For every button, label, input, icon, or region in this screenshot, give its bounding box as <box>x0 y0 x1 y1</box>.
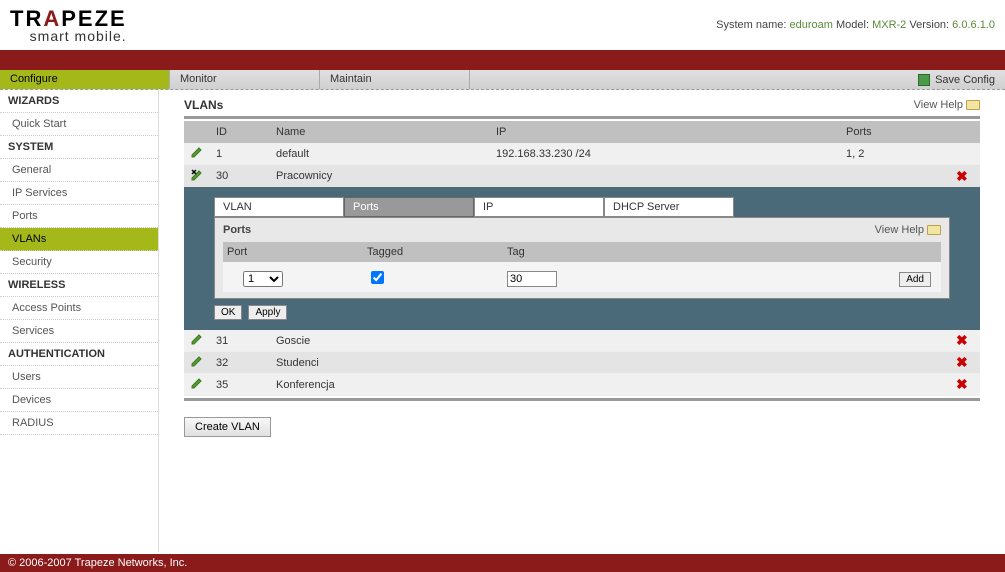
tag-input[interactable] <box>507 271 557 287</box>
sidebar-group-auth: AUTHENTICATION <box>0 343 158 366</box>
add-button[interactable]: Add <box>899 272 931 287</box>
table-row[interactable]: 32 Studenci ✖ <box>184 352 980 374</box>
sidebar-group-wizards: WIZARDS <box>0 90 158 113</box>
sidebar-item-ipservices[interactable]: IP Services <box>0 182 158 205</box>
sidebar: WIZARDS Quick Start SYSTEM General IP Se… <box>0 90 159 552</box>
delete-icon[interactable]: ✖ <box>956 354 968 370</box>
subtab-ip[interactable]: IP <box>474 197 604 217</box>
expand-panel: VLAN Ports IP DHCP Server Ports View Hel… <box>184 187 980 330</box>
header-info: System name: eduroam Model: MXR-2 Versio… <box>716 19 995 31</box>
delete-icon[interactable]: ✖ <box>956 332 968 348</box>
ok-button[interactable]: OK <box>214 305 242 320</box>
tab-maintain[interactable]: Maintain <box>320 70 470 89</box>
sidebar-item-general[interactable]: General <box>0 159 158 182</box>
apply-button[interactable]: Apply <box>248 305 287 320</box>
subtab-vlan[interactable]: VLAN <box>214 197 344 217</box>
subpanel-help-link[interactable]: View Help <box>875 224 941 236</box>
subtab-ports[interactable]: Ports <box>344 197 474 217</box>
vlan-table-header: ID Name IP Ports <box>184 121 980 143</box>
sidebar-item-devices[interactable]: Devices <box>0 389 158 412</box>
port-select[interactable]: 1 <box>243 271 283 287</box>
edit-icon[interactable] <box>190 376 204 390</box>
edit-icon[interactable] <box>190 332 204 346</box>
sidebar-group-wireless: WIRELESS <box>0 274 158 297</box>
sidebar-item-quickstart[interactable]: Quick Start <box>0 113 158 136</box>
disk-icon <box>918 74 930 86</box>
tagged-checkbox[interactable] <box>371 271 384 284</box>
sidebar-item-users[interactable]: Users <box>0 366 158 389</box>
subtab-dhcp[interactable]: DHCP Server <box>604 197 734 217</box>
logo: TRAPEZE smart mobile. <box>10 6 127 44</box>
table-row[interactable]: 35 Konferencja ✖ <box>184 374 980 396</box>
edit-icon[interactable] <box>190 354 204 368</box>
save-config-button[interactable]: Save Config <box>908 70 1005 89</box>
table-row-expanded[interactable]: 30 Pracownicy ✖ <box>184 165 980 187</box>
sidebar-group-system: SYSTEM <box>0 136 158 159</box>
table-row[interactable]: 1 default 192.168.33.230 /24 1, 2 <box>184 143 980 165</box>
tab-monitor[interactable]: Monitor <box>170 70 320 89</box>
sidebar-item-radius[interactable]: RADIUS <box>0 412 158 435</box>
sidebar-item-vlans[interactable]: VLANs <box>0 228 158 251</box>
tab-configure[interactable]: Configure <box>0 70 170 89</box>
view-help-link[interactable]: View Help <box>914 99 980 111</box>
subpanel-title: Ports <box>223 224 251 236</box>
sidebar-item-services[interactable]: Services <box>0 320 158 343</box>
create-vlan-button[interactable]: Create VLAN <box>184 417 271 437</box>
book-icon <box>966 100 980 110</box>
header-bar <box>0 50 1005 70</box>
collapse-icon[interactable] <box>190 168 204 182</box>
page-title: VLANs <box>184 98 223 112</box>
sidebar-item-ports[interactable]: Ports <box>0 205 158 228</box>
table-row[interactable]: 31 Goscie ✖ <box>184 330 980 352</box>
delete-icon[interactable]: ✖ <box>956 376 968 392</box>
sidebar-item-aps[interactable]: Access Points <box>0 297 158 320</box>
sidebar-item-security[interactable]: Security <box>0 251 158 274</box>
book-icon <box>927 225 941 235</box>
delete-icon[interactable]: ✖ <box>956 168 968 184</box>
subpanel-header: Port Tagged Tag <box>223 242 941 262</box>
edit-icon[interactable] <box>190 145 204 159</box>
footer: © 2006-2007 Trapeze Networks, Inc. <box>0 554 1005 572</box>
